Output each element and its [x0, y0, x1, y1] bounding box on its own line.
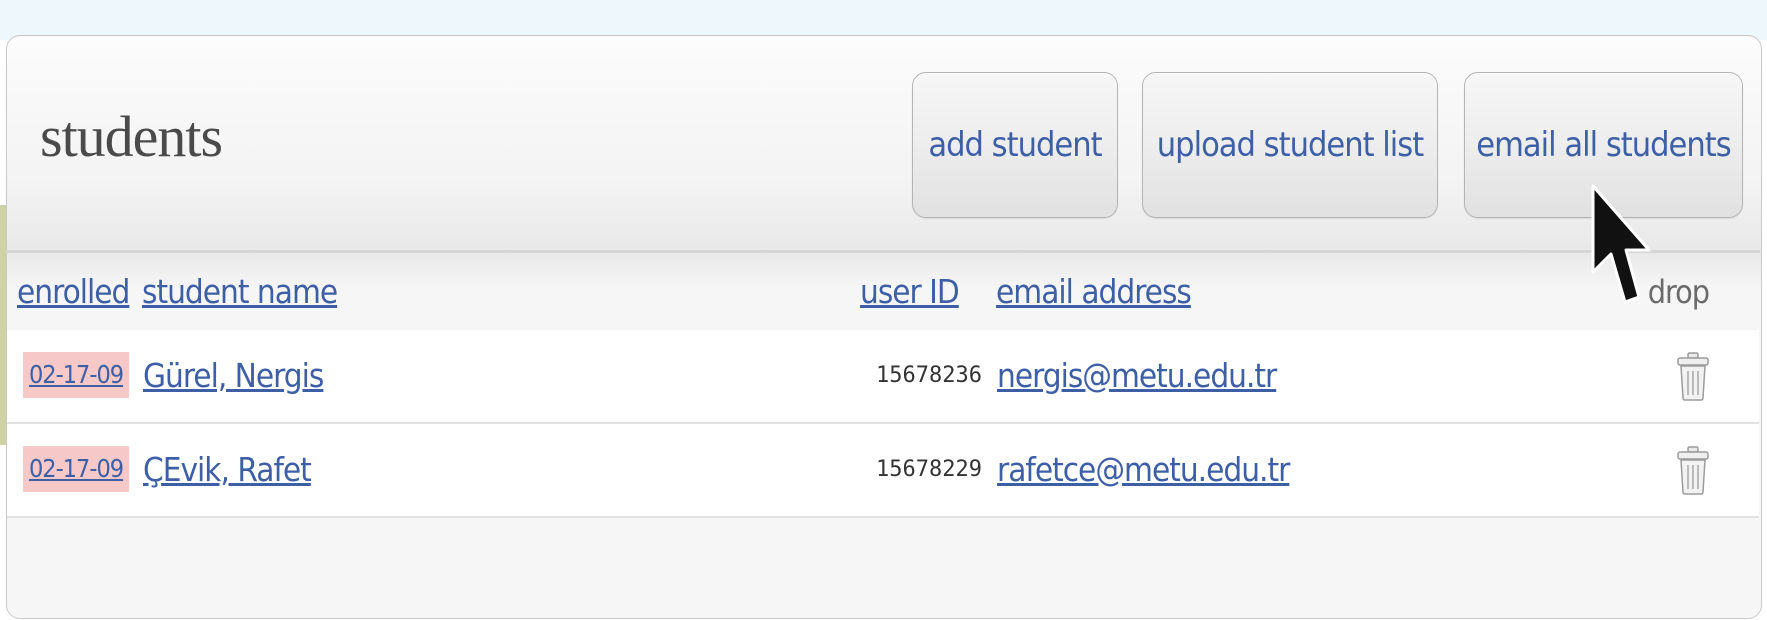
student-name-link[interactable]: ÇEvik, Rafet [143, 446, 312, 494]
add-student-button[interactable]: add student [912, 72, 1118, 218]
user-id: 15678229 [876, 457, 982, 482]
table-row: 02-17-09 Gürel, Nergis 15678236 nergis@m… [7, 330, 1759, 424]
trash-icon[interactable] [1675, 352, 1711, 402]
email-address-link[interactable]: rafetce@metu.edu.tr [997, 446, 1290, 494]
column-header-enrolled[interactable]: enrolled [17, 268, 130, 316]
column-header-user-id[interactable]: user ID [860, 268, 960, 316]
upload-student-list-button[interactable]: upload student list [1142, 72, 1438, 218]
email-address-link[interactable]: nergis@metu.edu.tr [997, 352, 1277, 400]
mouse-cursor-icon [1591, 184, 1651, 304]
user-id: 15678236 [876, 363, 982, 388]
table-row: 02-17-09 ÇEvik, Rafet 15678229 rafetce@m… [7, 424, 1759, 518]
student-name-link[interactable]: Gürel, Nergis [143, 352, 324, 400]
column-header-email-address[interactable]: email address [996, 268, 1192, 316]
page-top-band [0, 0, 1767, 40]
trash-icon[interactable] [1675, 446, 1711, 496]
page-title: students [40, 104, 223, 169]
header-divider [6, 250, 1760, 253]
enrolled-date-link[interactable]: 02-17-09 [23, 446, 130, 492]
column-header-student-name[interactable]: student name [142, 268, 338, 316]
enrolled-date-link[interactable]: 02-17-09 [23, 352, 130, 398]
column-header-drop: drop [1647, 273, 1710, 311]
